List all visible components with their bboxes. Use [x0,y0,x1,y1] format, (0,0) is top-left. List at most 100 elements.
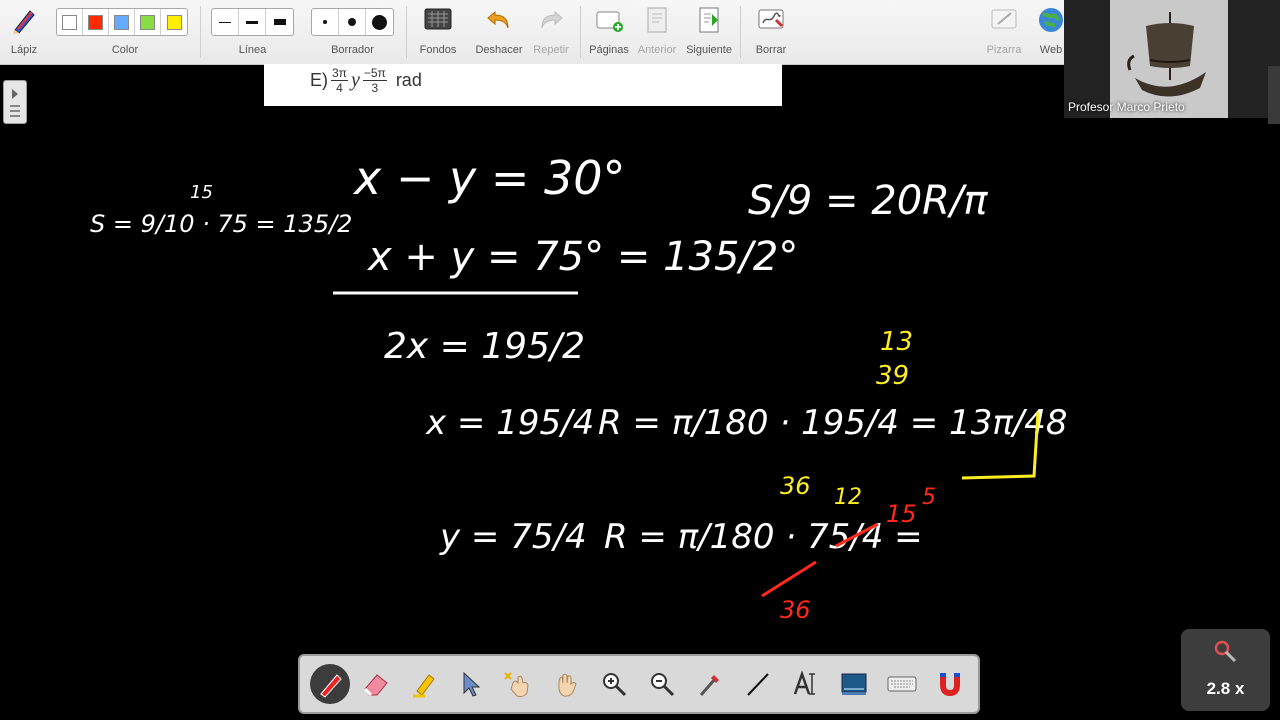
clear-button[interactable]: Borrar [748,0,794,64]
answer-option-e: E) 3π 4 y −5π 3 rad [310,66,422,95]
equation-3: 2x = 195/2 [384,326,585,367]
eraser-small-dot [323,20,327,24]
swatch-red [88,14,103,30]
highlighter-tool-button[interactable] [404,664,444,704]
webcam-overlay: Profesor Marco Prieto [1064,0,1280,118]
result-1-top-a: 13 [880,327,913,357]
zoom-out-tool-button[interactable] [642,664,682,704]
pen-tool-button[interactable] [310,664,350,704]
separator [200,6,201,58]
color-red[interactable] [83,9,109,35]
color-picker-tool-button[interactable] [690,664,730,704]
previous-page-button[interactable]: Anterior [634,0,680,64]
color-swatches [56,8,188,36]
line-medium-bar [246,20,258,24]
redo-label: Repetir [533,44,569,56]
line-thick-bar [273,19,286,25]
swatch-yellow [166,14,182,30]
line-tool-button[interactable] [738,664,778,704]
hand-icon [558,673,577,697]
color-white[interactable] [57,9,83,35]
pen-icon [320,674,342,698]
connector: y [350,69,360,91]
color-blue[interactable] [109,9,135,35]
swatch-white [62,14,77,30]
color-yellow[interactable] [161,9,187,35]
screen-tool-button[interactable] [834,664,874,704]
separator [406,6,407,58]
redo-icon [541,10,563,29]
line-thin[interactable] [212,9,239,35]
result-1-top-b: 39 [876,361,909,391]
eraser-tool-button[interactable] [356,664,396,704]
line-medium[interactable] [239,9,266,35]
undo-icon [487,10,509,29]
color-label: Color [111,44,139,56]
line-thin-bar [219,21,231,23]
zoom-level: 2.8 x [1206,679,1245,698]
color-picker-icon [699,675,719,696]
equation-1: x − y = 30° [352,151,626,205]
result-2-note-a: 12 [834,485,862,510]
bottom-toolbar [298,654,980,714]
line-widths [211,8,294,36]
pencil-tool[interactable]: Lápiz [0,0,48,64]
magnifier-icon [1214,640,1237,663]
magnet-tool-button[interactable] [930,664,970,704]
left-note-small: 15 [190,182,213,203]
redo-button[interactable]: Repetir [528,0,574,64]
eraser-group: Borrador [311,0,394,64]
zoom-in-icon [603,673,627,697]
line-label: Línea [238,44,267,56]
equation-2: x + y = 75° = 135/2° [366,234,798,280]
separator [580,6,581,58]
highlighter-icon [413,674,435,698]
backgrounds-button[interactable]: Fondos [414,0,462,64]
eraser-large[interactable] [366,9,393,35]
keyboard-tool-button[interactable] [882,664,922,704]
previous-page-icon [647,7,667,33]
color-green[interactable] [135,9,161,35]
pages-label: Páginas [589,44,629,56]
result-1: R = π/180 · 195/4 = 13π/48 [598,403,1068,443]
hand-tool-button[interactable] [546,664,586,704]
left-note: S = 9/10 · 75 = 135/2 [90,210,352,238]
screen-icon [841,673,867,695]
pencil-icon [13,10,35,34]
pencil-label: Lápiz [10,44,38,56]
fraction-2: −5π 3 [362,66,387,95]
whiteboard-button[interactable]: Pizarra [982,0,1026,64]
clear-label: Borrar [755,44,787,56]
zoom-in-tool-button[interactable] [594,664,634,704]
eraser-medium[interactable] [339,9,366,35]
zoom-indicator[interactable]: 2.8 x [1181,629,1270,711]
magnet-icon [940,673,960,697]
next-page-button[interactable]: Siguiente [684,0,734,64]
fraction-2-numerator: −5π [362,66,387,81]
equation-5: y = 75/4 [439,517,587,557]
text-icon [793,670,815,695]
line-thick[interactable] [266,9,293,35]
keyboard-icon [887,676,917,692]
result-1-below: 36 [780,472,811,500]
magic-hand-tool-button[interactable] [498,664,538,704]
pages-icon [596,11,623,32]
pages-button[interactable]: Páginas [586,0,632,64]
fraction-1-denominator: 4 [336,81,343,95]
text-tool-button[interactable] [786,664,826,704]
line-group: Línea [211,0,294,64]
eraser-small[interactable] [312,9,339,35]
swatch-blue [114,14,129,30]
line-icon [747,673,769,696]
option-letter: E) [310,70,328,90]
fraction-1: 3π 4 [331,66,348,95]
pointer-tool-button[interactable] [450,664,490,704]
undo-button[interactable]: Deshacer [474,0,524,64]
fraction-2-denominator: 3 [371,81,379,95]
eraser-icon [363,674,388,697]
result-2: R = π/180 · 75/4 = [604,517,923,557]
whiteboard-canvas[interactable]: 15 S = 9/10 · 75 = 135/2 x − y = 30° x +… [0,106,1280,646]
undo-label: Deshacer [475,44,523,56]
exercise-paper: E) 3π 4 y −5π 3 rad [264,64,782,106]
whiteboard-label: Pizarra [986,44,1022,56]
